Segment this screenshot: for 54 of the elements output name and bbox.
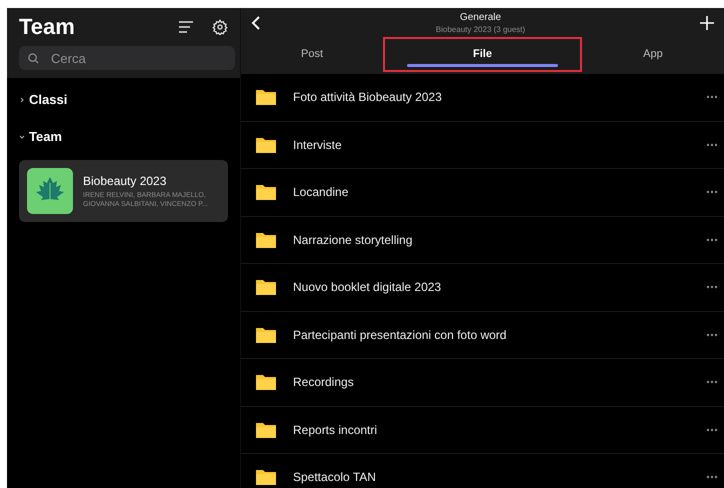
more-icon[interactable] xyxy=(706,332,718,337)
sidebar-title: Team xyxy=(19,14,76,40)
folder-row[interactable]: Partecipanti presentazioni con foto word xyxy=(241,312,724,359)
team-name: Biobeauty 2023 xyxy=(83,174,168,188)
folder-name: Foto attività Biobeauty 2023 xyxy=(293,90,443,104)
folder-name: Spettacolo TAN xyxy=(293,470,377,484)
folder-icon xyxy=(255,136,277,154)
more-icon[interactable] xyxy=(706,238,718,242)
folder-icon xyxy=(255,278,277,296)
channel-title: Generale xyxy=(460,12,502,23)
folder-row[interactable]: Recordings xyxy=(241,359,724,406)
tab[interactable]: App xyxy=(582,34,724,74)
add-icon[interactable] xyxy=(700,16,714,30)
more-icon[interactable] xyxy=(706,475,718,480)
settings-icon[interactable] xyxy=(212,19,228,35)
folder-name: Locandine xyxy=(293,185,350,200)
folder-row[interactable]: Locandine xyxy=(241,169,724,216)
chevron-icon xyxy=(19,96,25,102)
folder-row[interactable]: Reports incontri xyxy=(241,406,724,454)
more-icon[interactable] xyxy=(706,190,718,194)
folder-name: Reports incontri xyxy=(293,422,378,437)
chevron-icon xyxy=(19,134,25,140)
folder-row[interactable]: Nuovo booklet digitale 2023 xyxy=(241,264,724,312)
search-field[interactable]: Cerca xyxy=(19,46,235,70)
search-icon xyxy=(28,53,39,64)
more-icon[interactable] xyxy=(706,380,718,384)
leaf-icon xyxy=(27,168,73,214)
folder-icon xyxy=(255,230,277,249)
folder-icon xyxy=(255,373,277,392)
folder-icon xyxy=(255,183,277,202)
back-icon[interactable] xyxy=(251,15,261,31)
section-header[interactable]: Team xyxy=(19,123,62,150)
folder-name: Nuovo booklet digitale 2023 xyxy=(293,280,442,294)
folder-row[interactable]: Narrazione storytelling xyxy=(241,216,724,264)
folder-row[interactable]: Spettacolo TAN xyxy=(241,454,724,488)
folder-row[interactable]: Interviste xyxy=(241,122,724,169)
folder-icon xyxy=(255,326,277,344)
section-header[interactable]: Classi xyxy=(19,86,68,113)
tab[interactable]: File xyxy=(383,34,582,74)
filter-icon[interactable] xyxy=(178,21,194,33)
tab[interactable]: Post xyxy=(241,34,384,74)
more-icon[interactable] xyxy=(706,142,718,147)
folder-icon xyxy=(255,468,277,486)
folder-name: Interviste xyxy=(293,138,343,152)
folder-icon xyxy=(255,88,277,106)
folder-name: Narrazione storytelling xyxy=(293,232,414,247)
folder-icon xyxy=(255,420,277,439)
more-icon[interactable] xyxy=(706,95,718,100)
folder-name: Partecipanti presentazioni con foto word xyxy=(293,328,508,342)
folder-name: Recordings xyxy=(293,375,355,390)
more-icon[interactable] xyxy=(706,285,718,290)
more-icon[interactable] xyxy=(706,428,718,432)
channel-subtitle: Biobeauty 2023 (3 guest) xyxy=(436,25,526,34)
folder-row[interactable]: Foto attività Biobeauty 2023 xyxy=(241,74,724,122)
